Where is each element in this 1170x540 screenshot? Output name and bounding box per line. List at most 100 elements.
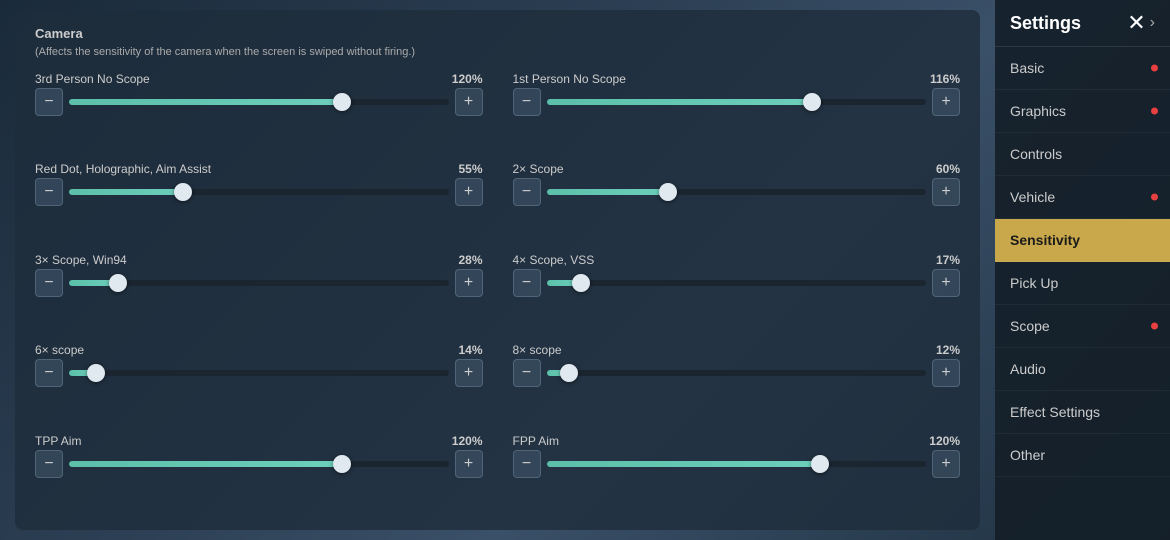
nav-item-label: Effect Settings [1010, 404, 1100, 420]
slider-track-container[interactable] [69, 450, 449, 478]
slider-label-row: 3rd Person No Scope120% [35, 72, 483, 86]
slider-decrease-button[interactable]: − [513, 269, 541, 297]
sidebar-item-other[interactable]: Other [995, 434, 1170, 477]
notification-dot [1151, 65, 1158, 72]
sidebar-item-effect-settings[interactable]: Effect Settings [995, 391, 1170, 434]
slider-thumb[interactable] [572, 274, 590, 292]
slider-track [69, 280, 449, 286]
slider-increase-button[interactable]: + [932, 450, 960, 478]
slider-increase-button[interactable]: + [455, 450, 483, 478]
slider-controls: −+ [35, 88, 483, 116]
notification-dot [1151, 194, 1158, 201]
slider-controls: −+ [513, 269, 961, 297]
slider-track-container[interactable] [547, 88, 927, 116]
slider-thumb[interactable] [333, 93, 351, 111]
nav-item-label: Pick Up [1010, 275, 1058, 291]
notification-dot [1151, 323, 1158, 330]
notification-dot [1151, 108, 1158, 115]
slider-thumb[interactable] [659, 183, 677, 201]
slider-label-row: 2× Scope 60% [513, 162, 961, 176]
slider-increase-button[interactable]: + [455, 178, 483, 206]
slider-decrease-button[interactable]: − [35, 88, 63, 116]
sidebar-item-audio[interactable]: Audio [995, 348, 1170, 391]
slider-group: FPP Aim 120% − + [513, 434, 961, 514]
nav-item-label: Vehicle [1010, 189, 1055, 205]
slider-thumb[interactable] [811, 455, 829, 473]
slider-controls: −+ [35, 359, 483, 387]
slider-track-container[interactable] [69, 269, 449, 297]
nav-item-label: Basic [1010, 60, 1044, 76]
slider-track [547, 280, 927, 286]
slider-decrease-button[interactable]: − [513, 359, 541, 387]
close-button[interactable]: ✕ › [1127, 12, 1155, 34]
slider-group: 3rd Person No Scope120%−+ [35, 72, 483, 152]
slider-track [69, 370, 449, 376]
slider-increase-button[interactable]: + [932, 88, 960, 116]
slider-decrease-button[interactable]: − [513, 178, 541, 206]
slider-fill [69, 189, 183, 195]
slider-thumb[interactable] [560, 364, 578, 382]
sidebar-item-sensitivity[interactable]: Sensitivity [995, 219, 1170, 262]
slider-track-container[interactable] [547, 178, 927, 206]
slider-increase-button[interactable]: + [455, 359, 483, 387]
slider-fill [547, 189, 668, 195]
slider-track-container[interactable] [69, 359, 449, 387]
slider-track [69, 99, 449, 105]
slider-label-row: Red Dot, Holographic, Aim Assist55% [35, 162, 483, 176]
slider-decrease-button[interactable]: − [35, 359, 63, 387]
slider-label-text: FPP Aim [513, 434, 559, 448]
slider-value: 120% [452, 72, 483, 86]
slider-track [547, 370, 927, 376]
slider-decrease-button[interactable]: − [513, 450, 541, 478]
nav-item-label: Scope [1010, 318, 1050, 334]
slider-value: 17% [936, 253, 960, 267]
slider-increase-button[interactable]: + [932, 269, 960, 297]
slider-controls: −+ [513, 88, 961, 116]
sidebar-item-scope[interactable]: Scope [995, 305, 1170, 348]
slider-controls: −+ [513, 359, 961, 387]
slider-value: 120% [929, 434, 960, 448]
slider-increase-button[interactable]: + [932, 178, 960, 206]
sidebar-nav: Basic Graphics Controls Vehicle Sensitivity P… [995, 47, 1170, 540]
sidebar-item-controls[interactable]: Controls [995, 133, 1170, 176]
slider-value: 14% [458, 343, 482, 357]
slider-increase-button[interactable]: + [455, 269, 483, 297]
slider-decrease-button[interactable]: − [513, 88, 541, 116]
slider-label-row: FPP Aim 120% [513, 434, 961, 448]
slider-track-container[interactable] [547, 359, 927, 387]
slider-track-container[interactable] [69, 88, 449, 116]
sidebar-item-pick-up[interactable]: Pick Up [995, 262, 1170, 305]
nav-item-label: Graphics [1010, 103, 1066, 119]
slider-value: 28% [458, 253, 482, 267]
slider-increase-button[interactable]: + [455, 88, 483, 116]
panel-title: Camera [35, 26, 960, 41]
slider-track [547, 461, 927, 467]
slider-thumb[interactable] [333, 455, 351, 473]
slider-fill [547, 461, 820, 467]
slider-label-row: TPP Aim120% [35, 434, 483, 448]
sidebar-item-vehicle[interactable]: Vehicle [995, 176, 1170, 219]
slider-label-text: TPP Aim [35, 434, 81, 448]
slider-track-container[interactable] [547, 450, 927, 478]
slider-group: Red Dot, Holographic, Aim Assist55% − + [35, 162, 483, 242]
slider-track [69, 189, 449, 195]
sidebar-item-graphics[interactable]: Graphics [995, 90, 1170, 133]
slider-thumb[interactable] [803, 93, 821, 111]
sidebar-item-basic[interactable]: Basic [995, 47, 1170, 90]
slider-thumb[interactable] [109, 274, 127, 292]
slider-label-text: 8× scope [513, 343, 562, 357]
slider-group: 4× Scope, VSS17%−+ [513, 253, 961, 333]
slider-label-row: 6× scope14% [35, 343, 483, 357]
slider-track-container[interactable] [69, 178, 449, 206]
slider-label-text: 4× Scope, VSS [513, 253, 595, 267]
slider-label-text: 1st Person No Scope [513, 72, 626, 86]
slider-decrease-button[interactable]: − [35, 178, 63, 206]
slider-value: 60% [936, 162, 960, 176]
slider-thumb[interactable] [174, 183, 192, 201]
slider-thumb[interactable] [87, 364, 105, 382]
slider-decrease-button[interactable]: − [35, 269, 63, 297]
slider-label-text: 2× Scope [513, 162, 564, 176]
slider-decrease-button[interactable]: − [35, 450, 63, 478]
slider-track-container[interactable] [547, 269, 927, 297]
slider-increase-button[interactable]: + [932, 359, 960, 387]
